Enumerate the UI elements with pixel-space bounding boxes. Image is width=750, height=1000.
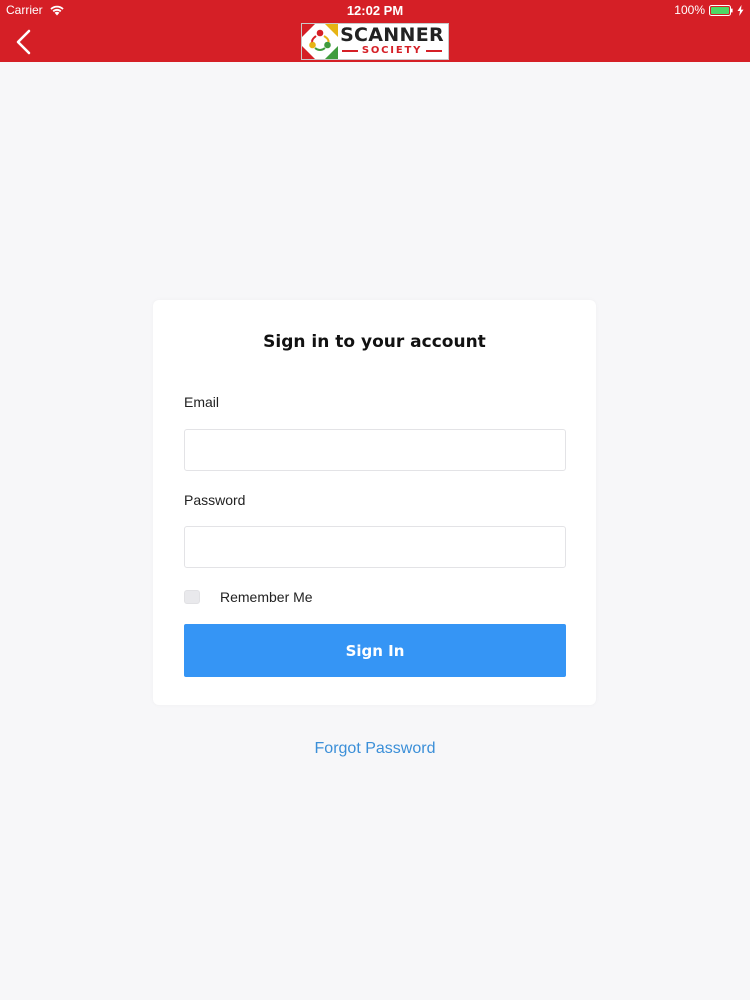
status-time: 12:02 PM — [346, 3, 404, 18]
logo-top-text: SCANNER — [340, 24, 444, 46]
chevron-left-icon — [16, 29, 31, 55]
logo-mark-icon — [302, 24, 338, 59]
remember-me-label: Remember Me — [220, 589, 313, 605]
logo-bottom-row: SOCIETY — [341, 45, 443, 57]
battery-percent: 100% — [674, 3, 705, 17]
scanner-society-logo: SCANNER SOCIETY — [301, 23, 449, 60]
logo-wordmark: SCANNER SOCIETY — [338, 26, 446, 57]
email-label: Email — [184, 394, 220, 410]
login-screen: Carrier 12:02 PM 100% SCANNER SOCIETY Si… — [0, 0, 750, 1000]
logo-bottom-text: SOCIETY — [361, 45, 423, 56]
status-bar: Carrier 12:02 PM 100% — [0, 0, 750, 20]
battery-icon — [709, 4, 733, 16]
password-label: Password — [184, 492, 246, 508]
logo-rule-right — [426, 50, 443, 52]
app-header: Carrier 12:02 PM 100% SCANNER SOCIETY — [0, 0, 750, 62]
password-field[interactable] — [184, 526, 566, 568]
sign-in-button[interactable]: Sign In — [184, 624, 566, 677]
sign-in-card: Sign in to your account Email Password R… — [153, 300, 596, 705]
charging-bolt-icon — [737, 4, 744, 16]
remember-me-checkbox[interactable] — [184, 590, 200, 604]
email-field[interactable] — [184, 429, 566, 471]
sign-in-title: Sign in to your account — [263, 332, 486, 352]
battery-group: 100% — [674, 3, 744, 17]
remember-me-toggle[interactable]: Remember Me — [184, 589, 313, 605]
forgot-password-link[interactable]: Forgot Password — [0, 740, 750, 758]
back-button[interactable] — [8, 25, 38, 59]
logo-rule-left — [341, 50, 358, 52]
